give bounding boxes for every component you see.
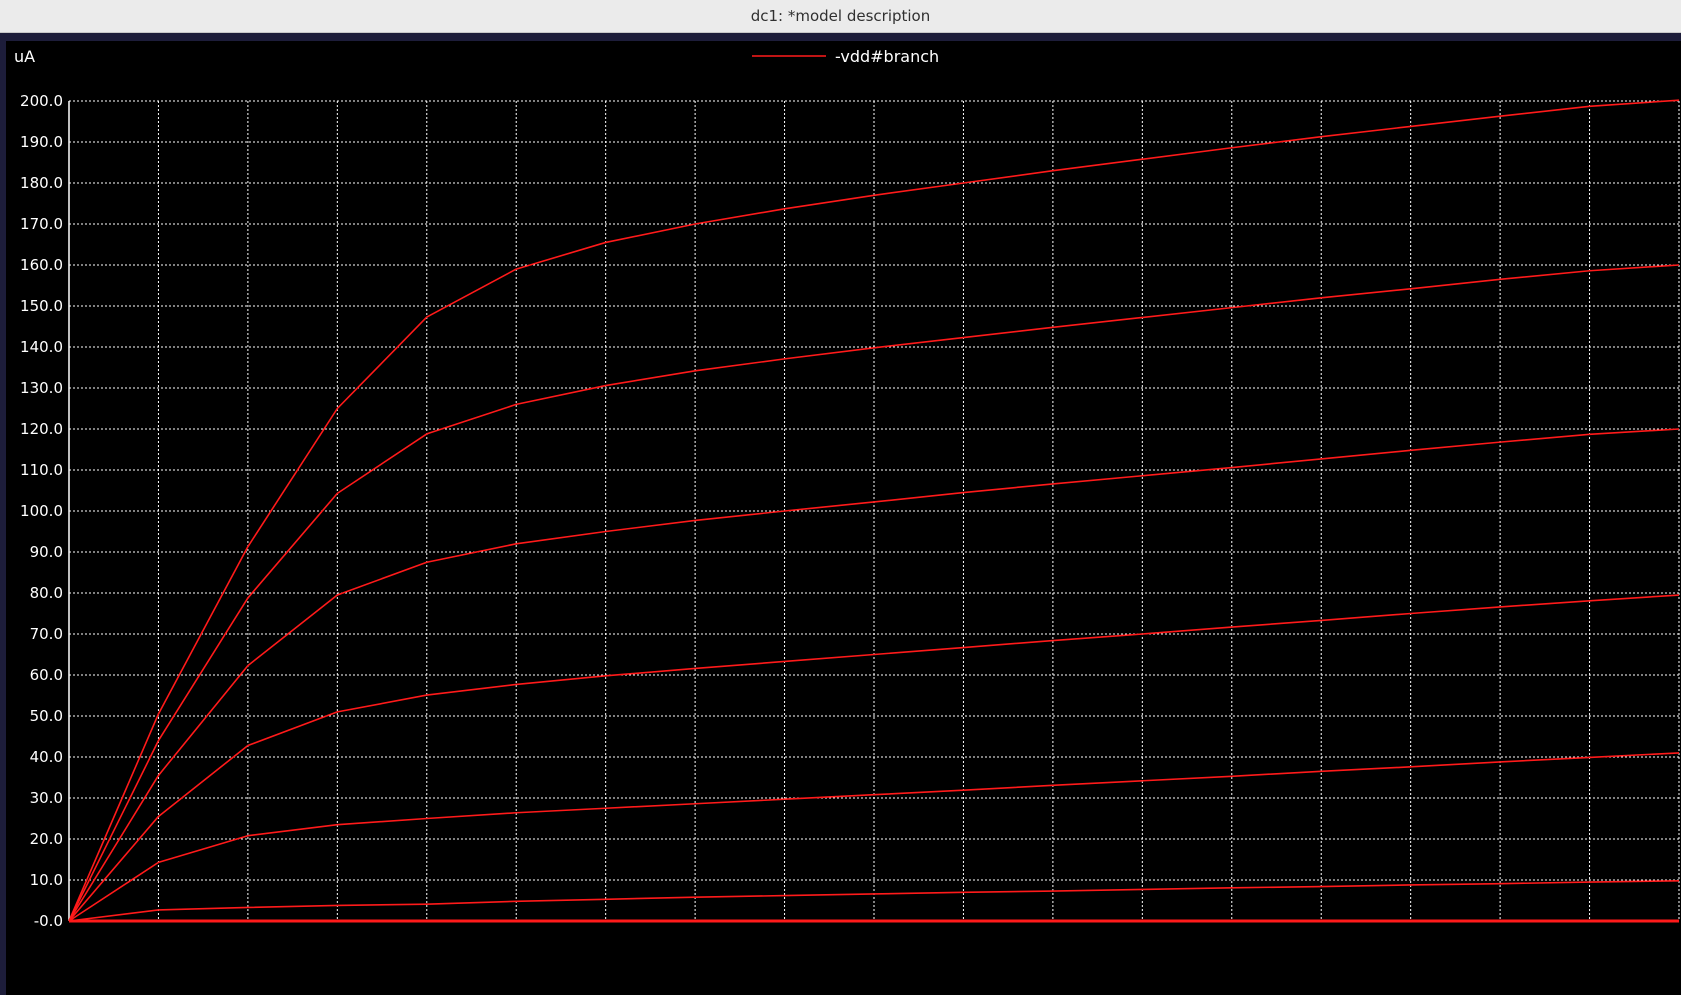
y-tick-label: 160.0 bbox=[20, 256, 63, 274]
y-unit-label: uA bbox=[14, 47, 35, 66]
window-title: dc1: *model description bbox=[750, 7, 931, 25]
y-tick-label: 180.0 bbox=[20, 174, 63, 192]
legend: -vdd#branch bbox=[752, 47, 939, 66]
window-titlebar: dc1: *model description bbox=[0, 0, 1681, 33]
tick-labels: -0.0 10.0 20.0 30.0 40.0 50.0 60.0 70.0 80.0 90.0… bbox=[20, 92, 63, 930]
y-tick-label: 70.0 bbox=[30, 625, 63, 643]
y-tick-label: 140.0 bbox=[20, 338, 63, 356]
y-tick-label: -0.0 bbox=[34, 912, 63, 930]
y-tick-label: 190.0 bbox=[20, 133, 63, 151]
grid bbox=[69, 100, 1680, 921]
y-tick-label: 200.0 bbox=[20, 92, 63, 110]
legend-label: -vdd#branch bbox=[835, 47, 939, 66]
y-tick-label: 10.0 bbox=[30, 871, 63, 889]
plot-window[interactable]: -0.0 10.0 20.0 30.0 40.0 50.0 60.0 70.0 80.0 90.0… bbox=[6, 41, 1681, 995]
y-tick-label: 150.0 bbox=[20, 297, 63, 315]
y-tick-label: 80.0 bbox=[30, 584, 63, 602]
plot-canvas[interactable]: -0.0 10.0 20.0 30.0 40.0 50.0 60.0 70.0 80.0 90.0… bbox=[6, 41, 1681, 995]
y-tick-label: 40.0 bbox=[30, 748, 63, 766]
y-tick-label: 120.0 bbox=[20, 420, 63, 438]
y-tick-label: 130.0 bbox=[20, 379, 63, 397]
y-tick-label: 170.0 bbox=[20, 215, 63, 233]
y-tick-label: 20.0 bbox=[30, 830, 63, 848]
y-tick-label: 90.0 bbox=[30, 543, 63, 561]
y-tick-label: 110.0 bbox=[20, 461, 63, 479]
y-tick-label: 100.0 bbox=[20, 502, 63, 520]
y-tick-label: 60.0 bbox=[30, 666, 63, 684]
y-tick-label: 30.0 bbox=[30, 789, 63, 807]
y-tick-label: 50.0 bbox=[30, 707, 63, 725]
